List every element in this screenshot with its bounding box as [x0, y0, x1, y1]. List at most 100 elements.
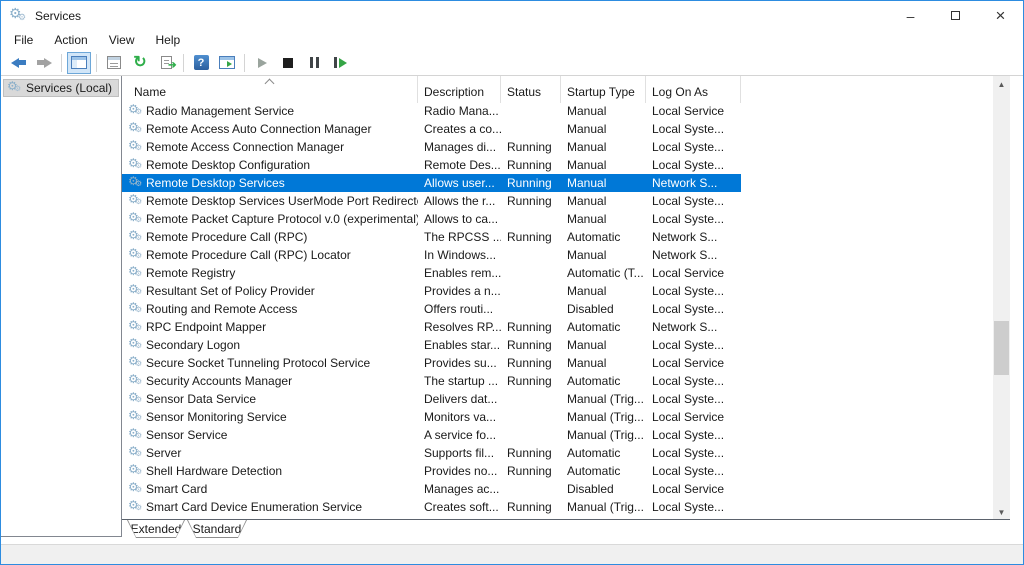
table-row[interactable]: Sensor Service A service fo... Manual (T…	[122, 426, 993, 444]
column-header-log-on-as[interactable]: Log On As	[646, 85, 741, 99]
content-area: Services (Local) Name Description Status…	[1, 76, 1023, 544]
sidebar-item-services-local[interactable]: Services (Local)	[3, 79, 119, 97]
back-button[interactable]	[6, 52, 30, 74]
table-row[interactable]: Remote Packet Capture Protocol v.0 (expe…	[122, 210, 993, 228]
table-row[interactable]: Secure Socket Tunneling Protocol Service…	[122, 354, 993, 372]
forward-button[interactable]	[32, 52, 56, 74]
show-console-tree-button[interactable]	[67, 52, 91, 74]
service-status: Running	[501, 158, 561, 172]
table-row[interactable]: Remote Procedure Call (RPC) Locator In W…	[122, 246, 993, 264]
table-row[interactable]: Radio Management Service Radio Mana... M…	[122, 102, 993, 120]
table-row[interactable]: Smart Card Device Enumeration Service Cr…	[122, 498, 993, 516]
service-gear-icon	[128, 356, 143, 370]
maximize-button[interactable]	[933, 1, 978, 30]
table-row[interactable]: Secondary Logon Enables star... Running …	[122, 336, 993, 354]
service-name-cell: Remote Desktop Services	[122, 176, 418, 190]
scroll-down-icon[interactable]: ▼	[993, 504, 1010, 520]
table-row[interactable]: Smart Card Manages ac... Disabled Local …	[122, 480, 993, 498]
tab-label: Standard	[188, 520, 246, 537]
service-startup-type: Disabled	[561, 302, 646, 316]
menu-view[interactable]: View	[106, 32, 138, 48]
service-name-cell: Server	[122, 446, 418, 460]
help-button[interactable]: ?	[189, 52, 213, 74]
service-name-cell: Remote Access Connection Manager	[122, 140, 418, 154]
service-name-cell: Remote Procedure Call (RPC) Locator	[122, 248, 418, 262]
service-log-on-as: Local Syste...	[646, 194, 741, 208]
service-name-cell: Shell Hardware Detection	[122, 464, 418, 478]
service-startup-type: Automatic	[561, 446, 646, 460]
service-name: Remote Desktop Configuration	[146, 158, 310, 172]
service-description: The RPCSS ...	[418, 230, 501, 244]
table-row[interactable]: Remote Access Auto Connection Manager Cr…	[122, 120, 993, 138]
service-name: Secure Socket Tunneling Protocol Service	[146, 356, 370, 370]
service-gear-icon	[128, 284, 143, 298]
menu-help[interactable]: Help	[153, 32, 184, 48]
service-startup-type: Manual	[561, 284, 646, 298]
service-name-cell: Secondary Logon	[122, 338, 418, 352]
titlebar: Services – ×	[1, 1, 1023, 30]
service-log-on-as: Local Syste...	[646, 428, 741, 442]
menu-action[interactable]: Action	[51, 32, 90, 48]
scrollbar-thumb[interactable]	[994, 321, 1009, 375]
service-log-on-as: Local Syste...	[646, 140, 741, 154]
service-name-cell: RPC Endpoint Mapper	[122, 320, 418, 334]
service-startup-type: Automatic (T...	[561, 266, 646, 280]
service-description: The startup ...	[418, 374, 501, 388]
toolbar-separator	[61, 54, 62, 72]
export-list-button[interactable]	[154, 52, 178, 74]
column-header-startup-type[interactable]: Startup Type	[561, 85, 646, 99]
minimize-button[interactable]: –	[888, 1, 933, 30]
close-button[interactable]: ×	[978, 1, 1023, 30]
menu-file[interactable]: File	[11, 32, 36, 48]
table-row[interactable]: Remote Registry Enables rem... Automatic…	[122, 264, 993, 282]
service-status: Running	[501, 500, 561, 514]
properties-button[interactable]	[102, 52, 126, 74]
service-status: Running	[501, 464, 561, 478]
column-header-status[interactable]: Status	[501, 85, 561, 99]
column-header-description[interactable]: Description	[418, 85, 501, 99]
service-name: Remote Desktop Services	[146, 176, 285, 190]
table-row[interactable]: Routing and Remote Access Offers routi..…	[122, 300, 993, 318]
tab-extended[interactable]: Extended	[127, 520, 185, 538]
service-description: Remote Des...	[418, 158, 501, 172]
table-row[interactable]: Resultant Set of Policy Provider Provide…	[122, 282, 993, 300]
table-row[interactable]: Server Supports fil... Running Automatic…	[122, 444, 993, 462]
table-row[interactable]: Remote Desktop Services UserMode Port Re…	[122, 192, 993, 210]
tab-standard[interactable]: Standard	[187, 520, 247, 538]
service-log-on-as: Local Syste...	[646, 284, 741, 298]
table-row[interactable]: Remote Desktop Services Allows user... R…	[122, 174, 741, 192]
table-row[interactable]: Security Accounts Manager The startup ..…	[122, 372, 993, 390]
restart-service-button[interactable]	[328, 52, 352, 74]
start-service-button[interactable]	[250, 52, 274, 74]
column-header-name[interactable]: Name	[122, 85, 418, 99]
scroll-up-icon[interactable]: ▲	[993, 76, 1010, 92]
service-gear-icon	[128, 446, 143, 460]
table-row[interactable]: RPC Endpoint Mapper Resolves RP... Runni…	[122, 318, 993, 336]
vertical-scrollbar[interactable]: ▲ ▼	[993, 76, 1010, 520]
tab-label: Extended	[128, 520, 184, 537]
service-description: Manages di...	[418, 140, 501, 154]
service-startup-type: Automatic	[561, 374, 646, 388]
service-status: Running	[501, 356, 561, 370]
table-row[interactable]: Sensor Monitoring Service Monitors va...…	[122, 408, 993, 426]
table-row[interactable]: Remote Desktop Configuration Remote Des.…	[122, 156, 993, 174]
table-row[interactable]: Shell Hardware Detection Provides no... …	[122, 462, 993, 480]
service-startup-type: Manual (Trig...	[561, 392, 646, 406]
table-row[interactable]: Sensor Data Service Delivers dat... Manu…	[122, 390, 993, 408]
service-description: Provides no...	[418, 464, 501, 478]
service-description: Allows the r...	[418, 194, 501, 208]
refresh-button[interactable]: ↻	[128, 52, 152, 74]
service-gear-icon	[128, 248, 143, 262]
export-list-icon	[161, 56, 172, 69]
stop-service-button[interactable]	[276, 52, 300, 74]
service-startup-type: Disabled	[561, 482, 646, 496]
show-action-pane-button[interactable]	[215, 52, 239, 74]
pause-service-button[interactable]	[302, 52, 326, 74]
service-startup-type: Manual	[561, 122, 646, 136]
service-log-on-as: Local Syste...	[646, 374, 741, 388]
table-row[interactable]: Remote Procedure Call (RPC) The RPCSS ..…	[122, 228, 993, 246]
toolbar-separator	[183, 54, 184, 72]
service-name: Remote Packet Capture Protocol v.0 (expe…	[146, 212, 418, 226]
table-row[interactable]: Remote Access Connection Manager Manages…	[122, 138, 993, 156]
service-startup-type: Automatic	[561, 320, 646, 334]
